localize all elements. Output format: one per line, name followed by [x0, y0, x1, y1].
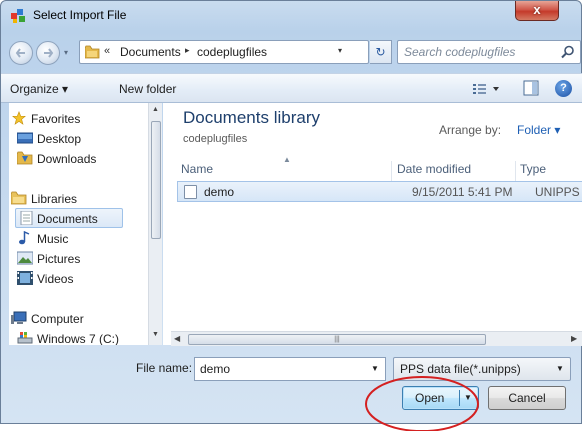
- scroll-up-icon[interactable]: ▲: [152, 106, 159, 113]
- file-name-value[interactable]: demo: [200, 362, 230, 376]
- nav-label: Computer: [31, 312, 84, 326]
- music-icon: [19, 231, 30, 245]
- horizontal-scroll-thumb[interactable]: |||: [188, 334, 486, 345]
- star-icon: [12, 111, 26, 125]
- breadcrumb-separator[interactable]: ▸: [185, 45, 190, 56]
- nav-label: Videos: [37, 272, 74, 286]
- nav-favorites[interactable]: Favorites: [9, 109, 149, 129]
- file-type-dropdown-icon[interactable]: ▼: [556, 364, 564, 373]
- nav-videos[interactable]: Videos: [9, 269, 149, 289]
- address-overflow-chevron[interactable]: «: [104, 45, 110, 57]
- column-divider[interactable]: [391, 161, 392, 181]
- nav-libraries[interactable]: Libraries: [9, 189, 149, 209]
- desktop-icon: [17, 132, 33, 144]
- nav-label: Pictures: [37, 252, 81, 266]
- nav-music[interactable]: Music: [9, 229, 149, 249]
- forward-button[interactable]: [36, 41, 60, 65]
- nav-computer[interactable]: Computer: [9, 309, 149, 329]
- breadcrumb-codeplugfiles[interactable]: codeplugfiles: [197, 45, 267, 59]
- file-type-filter-value[interactable]: PPS data file(*.unipps): [400, 362, 521, 376]
- forward-arrow-icon: [44, 48, 54, 58]
- file-icon: [184, 185, 197, 199]
- nav-documents[interactable]: Documents: [15, 208, 123, 228]
- videos-icon: [17, 271, 33, 285]
- cancel-button[interactable]: Cancel: [488, 386, 566, 410]
- library-subtitle: codeplugfiles: [183, 133, 248, 145]
- computer-icon: [11, 311, 27, 324]
- breadcrumb-documents[interactable]: Documents: [120, 45, 181, 59]
- scroll-left-icon[interactable]: ◀: [174, 334, 180, 343]
- file-type-filter[interactable]: PPS data file(*.unipps) ▼: [393, 357, 571, 381]
- nav-label: Music: [37, 232, 69, 246]
- open-button-label: Open: [415, 391, 445, 405]
- file-date-modified: 9/15/2011 5:41 PM: [412, 185, 513, 199]
- search-input[interactable]: Search codeplugfiles: [404, 45, 515, 59]
- scroll-right-icon[interactable]: ▶: [571, 334, 577, 343]
- app-icon: [11, 9, 25, 23]
- preview-pane-icon[interactable]: [523, 80, 539, 96]
- new-folder-button[interactable]: New folder: [119, 82, 176, 96]
- help-icon[interactable]: ?: [555, 80, 572, 97]
- nav-windows-drive[interactable]: Windows 7 (C:): [9, 329, 149, 345]
- open-button[interactable]: Open ▼: [402, 386, 479, 410]
- import-dialog: Select Import File x ▾ « Documents ▸ cod…: [0, 0, 582, 431]
- file-type: UNIPPS F: [535, 185, 582, 199]
- title-bar: Select Import File x: [1, 1, 581, 31]
- file-list-pane: Documents library codeplugfiles Arrange …: [163, 103, 582, 345]
- file-row[interactable]: demo 9/15/2011 5:41 PM UNIPPS F: [177, 181, 582, 202]
- column-header-date-modified[interactable]: Date modified: [397, 159, 507, 181]
- close-button[interactable]: x: [515, 1, 559, 21]
- change-view-icon[interactable]: [471, 80, 503, 98]
- column-divider[interactable]: [515, 161, 516, 181]
- back-button[interactable]: [9, 41, 33, 65]
- documents-icon: [20, 211, 33, 225]
- command-bar: Organize ▾ New folder ?: [1, 73, 582, 103]
- address-dropdown-icon[interactable]: ▾: [338, 46, 342, 55]
- nav-downloads[interactable]: Downloads: [9, 149, 149, 169]
- refresh-button[interactable]: ↻: [370, 40, 392, 64]
- back-arrow-icon: [15, 48, 25, 58]
- nav-label: Downloads: [37, 152, 97, 166]
- address-bar[interactable]: « Documents ▸ codeplugfiles ▾: [79, 40, 369, 64]
- nav-label: Documents: [37, 212, 98, 226]
- recent-pages-dropdown[interactable]: ▾: [64, 48, 68, 57]
- file-name-field[interactable]: demo ▼: [194, 357, 386, 381]
- open-options-dropdown-icon[interactable]: ▼: [464, 387, 472, 409]
- folder-icon: [85, 45, 100, 59]
- library-title: Documents library: [183, 108, 320, 127]
- downloads-icon: [17, 151, 33, 165]
- file-name: demo: [204, 185, 235, 199]
- column-header-type[interactable]: Type: [520, 159, 580, 181]
- nav-pictures[interactable]: Pictures: [9, 249, 149, 269]
- arrange-by-label: Arrange by:: [439, 123, 502, 137]
- file-name-dropdown-icon[interactable]: ▼: [371, 364, 379, 373]
- nav-desktop[interactable]: Desktop: [9, 129, 149, 149]
- navigation-bar: ▾ « Documents ▸ codeplugfiles ▾ ↻ Search…: [1, 31, 581, 67]
- navigation-scrollbar[interactable]: ▲ ▼: [148, 103, 162, 345]
- nav-label: Libraries: [31, 192, 78, 206]
- scroll-thumb[interactable]: [151, 121, 161, 239]
- arrange-by-dropdown[interactable]: Folder ▾: [517, 123, 560, 137]
- column-header-name[interactable]: Name: [181, 159, 391, 181]
- drive-icon: [17, 332, 33, 344]
- navigation-pane: Favorites Desktop Downloads Libraries Do…: [9, 103, 161, 345]
- nav-label: Windows 7 (C:): [37, 332, 120, 345]
- search-icon[interactable]: [561, 45, 575, 59]
- scroll-down-icon[interactable]: ▼: [152, 331, 159, 338]
- organize-button[interactable]: Organize ▾: [10, 82, 68, 96]
- file-name-label: File name:: [136, 361, 193, 375]
- open-split-divider: [459, 390, 460, 406]
- libraries-icon: [11, 191, 27, 205]
- nav-label: Favorites: [31, 112, 81, 126]
- file-list-horizontal-scrollbar[interactable]: ◀ ||| ▶: [171, 331, 582, 346]
- window-title: Select Import File: [33, 8, 127, 22]
- search-box[interactable]: Search codeplugfiles: [397, 40, 581, 64]
- pictures-icon: [17, 251, 33, 265]
- nav-label: Desktop: [37, 132, 82, 146]
